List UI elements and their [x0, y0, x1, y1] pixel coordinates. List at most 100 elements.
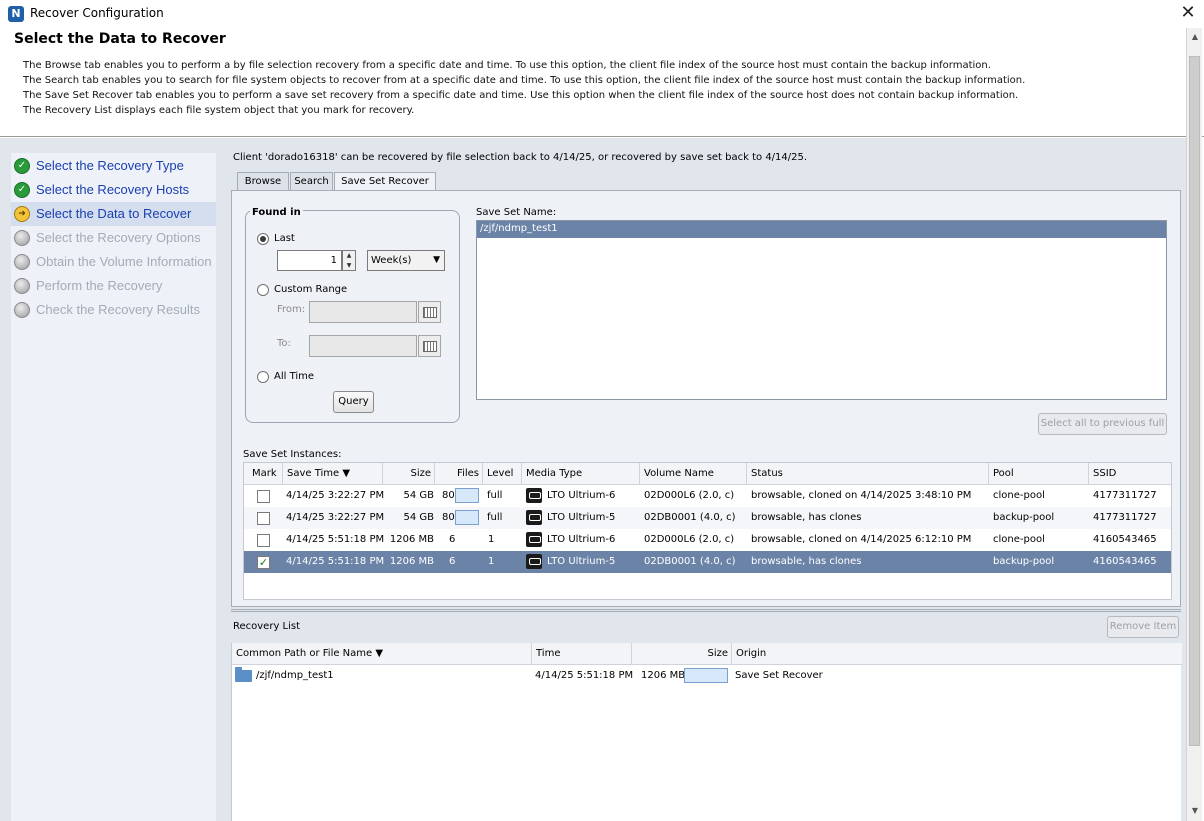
- table-header: Mark Save Time ▼ Size Files Level Media …: [244, 463, 1171, 485]
- check-circle-icon: ✓: [14, 158, 30, 174]
- check-circle-icon: ✓: [14, 182, 30, 198]
- files-bar: [455, 488, 479, 503]
- column-header-save-time[interactable]: Save Time ▼: [283, 463, 383, 485]
- volume-name-cell: 02DB0001 (4.0, c): [644, 556, 736, 567]
- media-type-cell: LTO Ultrium-6: [547, 534, 616, 545]
- wizard-step-perform-recovery: Perform the Recovery: [11, 274, 216, 298]
- column-header-ssid[interactable]: SSID: [1089, 463, 1171, 485]
- column-header-level[interactable]: Level: [483, 463, 522, 485]
- all-time-radio[interactable]: [257, 371, 269, 383]
- save-time-cell: 4/14/25 5:51:18 PM: [286, 556, 385, 567]
- to-label: To:: [277, 338, 291, 349]
- spinner-up-icon[interactable]: ▲: [343, 251, 355, 260]
- volume-name-cell: 02D000L6 (2.0, c): [644, 534, 735, 545]
- column-header-media-type[interactable]: Media Type: [522, 463, 640, 485]
- last-count-spinner[interactable]: 1: [277, 250, 342, 271]
- chevron-down-icon: ▼: [433, 255, 440, 265]
- to-date-input[interactable]: [309, 335, 417, 357]
- mark-checkbox[interactable]: [257, 512, 270, 525]
- files-cell: 6: [449, 534, 456, 545]
- wizard-step-recovery-type[interactable]: ✓ Select the Recovery Type: [11, 154, 216, 178]
- title-bar: N Recover Configuration ✕: [0, 0, 1204, 28]
- ssid-cell: 4160543465: [1093, 534, 1157, 545]
- column-header-size[interactable]: Size: [632, 643, 732, 665]
- from-calendar-button[interactable]: [418, 301, 441, 323]
- mark-checkbox-checked[interactable]: ✓: [257, 556, 270, 569]
- from-date-input[interactable]: [309, 301, 417, 323]
- status-cell: browsable, cloned on 4/14/2025 3:48:10 P…: [751, 490, 972, 501]
- mark-checkbox[interactable]: [257, 534, 270, 547]
- ssid-cell: 4177311727: [1093, 490, 1157, 501]
- wizard-step-label: Select the Recovery Hosts: [36, 182, 190, 197]
- files-cell: 6: [449, 556, 456, 567]
- volume-name-cell: 02D000L6 (2.0, c): [644, 490, 735, 501]
- from-label: From:: [277, 304, 306, 315]
- custom-range-radio[interactable]: [257, 284, 269, 296]
- select-all-to-previous-full-button[interactable]: Select all to previous full: [1038, 413, 1167, 435]
- table-row[interactable]: 4/14/25 3:22:27 PM 54 GB 80 full LTO Ult…: [244, 485, 1171, 507]
- column-header-label: Save Time: [287, 468, 340, 479]
- remove-item-button[interactable]: Remove Item: [1107, 616, 1179, 638]
- save-time-cell: 4/14/25 5:51:18 PM: [286, 534, 385, 545]
- scroll-down-arrow-icon[interactable]: ▼: [1188, 804, 1202, 818]
- save-set-tab-description: The Save Set Recover tab enables you to …: [23, 90, 1019, 101]
- pending-step-icon: [14, 302, 30, 318]
- time-unit-select[interactable]: Week(s) ▼: [367, 250, 445, 271]
- recovery-list-row[interactable]: /zjf/ndmp_test1 4/14/25 5:51:18 PM 1206 …: [232, 665, 1182, 687]
- save-set-instances-table: Mark Save Time ▼ Size Files Level Media …: [243, 462, 1172, 600]
- save-time-cell: 4/14/25 3:22:27 PM: [286, 512, 385, 523]
- close-button[interactable]: ✕: [1176, 2, 1200, 26]
- scroll-thumb[interactable]: [1189, 56, 1200, 746]
- table-row[interactable]: 4/14/25 3:22:27 PM 54 GB 80 full LTO Ult…: [244, 507, 1171, 529]
- wizard-step-data-to-recover[interactable]: ➜ Select the Data to Recover: [11, 202, 216, 226]
- column-header-files[interactable]: Files: [435, 463, 483, 485]
- folder-icon: [235, 667, 252, 682]
- tab-browse[interactable]: Browse: [237, 172, 289, 191]
- wizard-step-label: Select the Data to Recover: [36, 206, 192, 221]
- current-step-icon: ➜: [14, 206, 30, 222]
- level-cell: 1: [488, 556, 495, 567]
- column-header-mark[interactable]: Mark: [244, 463, 283, 485]
- tab-search[interactable]: Search: [290, 172, 333, 191]
- size-cell: 54 GB: [403, 490, 434, 501]
- column-header-size[interactable]: Size: [383, 463, 435, 485]
- panel-splitter[interactable]: [231, 609, 1181, 612]
- last-radio[interactable]: [257, 233, 269, 245]
- window-scrollbar[interactable]: ▲ ▼: [1186, 28, 1202, 821]
- column-header-origin[interactable]: Origin: [732, 643, 1182, 665]
- files-bar: [455, 510, 479, 525]
- spinner-buttons[interactable]: ▲ ▼: [342, 250, 356, 271]
- size-cell: 1206 MB: [641, 670, 686, 681]
- scroll-up-arrow-icon[interactable]: ▲: [1188, 30, 1202, 44]
- wizard-step-label: Select the Recovery Options: [36, 230, 201, 245]
- table-row[interactable]: 4/14/25 5:51:18 PM 1206 MB 6 1 LTO Ultri…: [244, 529, 1171, 551]
- media-type-cell: LTO Ultrium-5: [547, 512, 616, 523]
- pool-cell: backup-pool: [993, 512, 1055, 523]
- wizard-step-recovery-hosts[interactable]: ✓ Select the Recovery Hosts: [11, 178, 216, 202]
- column-header-status[interactable]: Status: [747, 463, 989, 485]
- column-header-time[interactable]: Time: [532, 643, 632, 665]
- query-button[interactable]: Query: [333, 391, 374, 413]
- column-header-label: Common Path or File Name: [236, 648, 373, 659]
- save-set-name-list[interactable]: /zjf/ndmp_test1: [476, 220, 1167, 400]
- save-set-list-item[interactable]: /zjf/ndmp_test1: [477, 221, 1166, 238]
- media-type-cell: LTO Ultrium-6: [547, 490, 616, 501]
- save-set-instances-label: Save Set Instances:: [243, 449, 342, 460]
- mark-checkbox[interactable]: [257, 490, 270, 503]
- tab-save-set-recover[interactable]: Save Set Recover: [334, 172, 436, 192]
- column-header-volume-name[interactable]: Volume Name: [640, 463, 747, 485]
- page-header: Select the Data to Recover The Browse ta…: [0, 28, 1204, 137]
- time-unit-value: Week(s): [371, 255, 412, 266]
- column-header-path[interactable]: Common Path or File Name ▼: [232, 643, 532, 665]
- wizard-step-label: Check the Recovery Results: [36, 302, 201, 317]
- column-header-pool[interactable]: Pool: [989, 463, 1089, 485]
- to-calendar-button[interactable]: [418, 335, 441, 357]
- recovery-list-description: The Recovery List displays each file sys…: [23, 105, 415, 116]
- spinner-down-icon[interactable]: ▼: [343, 261, 355, 270]
- pending-step-icon: [14, 230, 30, 246]
- table-row-selected[interactable]: ✓ 4/14/25 5:51:18 PM 1206 MB 6 1 LTO Ult…: [244, 551, 1171, 573]
- found-in-title: Found in: [250, 207, 303, 218]
- time-cell: 4/14/25 5:51:18 PM: [535, 670, 634, 681]
- recovery-list-table: Common Path or File Name ▼ Time Size Ori…: [231, 643, 1182, 821]
- tape-icon: [526, 510, 542, 525]
